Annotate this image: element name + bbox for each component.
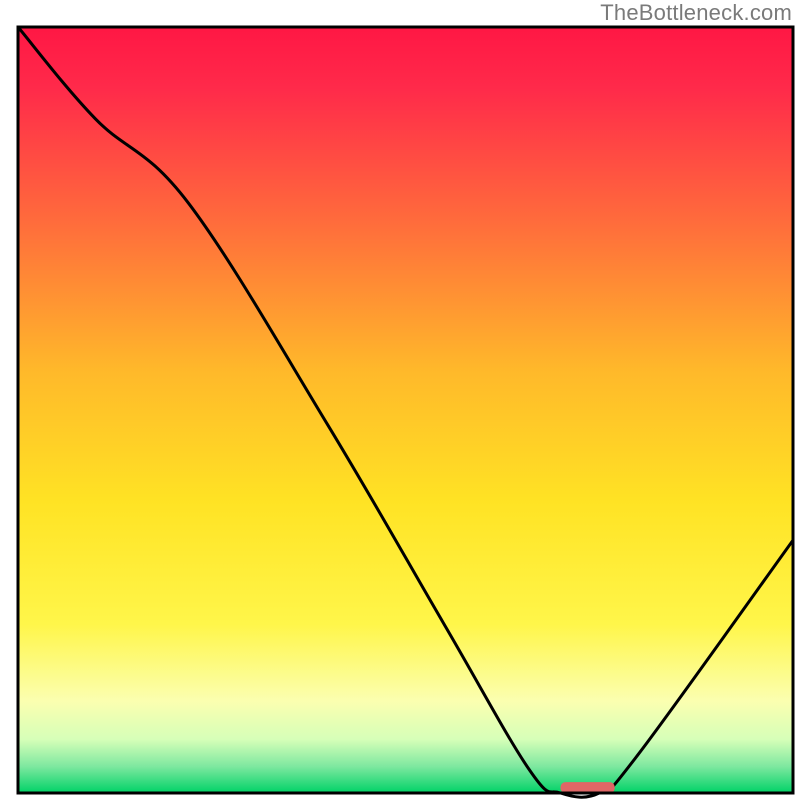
optimal-marker xyxy=(561,782,615,793)
chart-container: { "watermark": "TheBottleneck.com", "cha… xyxy=(0,0,800,800)
bottleneck-chart xyxy=(0,0,800,800)
plot-background xyxy=(18,27,793,793)
watermark-text: TheBottleneck.com xyxy=(600,0,792,26)
